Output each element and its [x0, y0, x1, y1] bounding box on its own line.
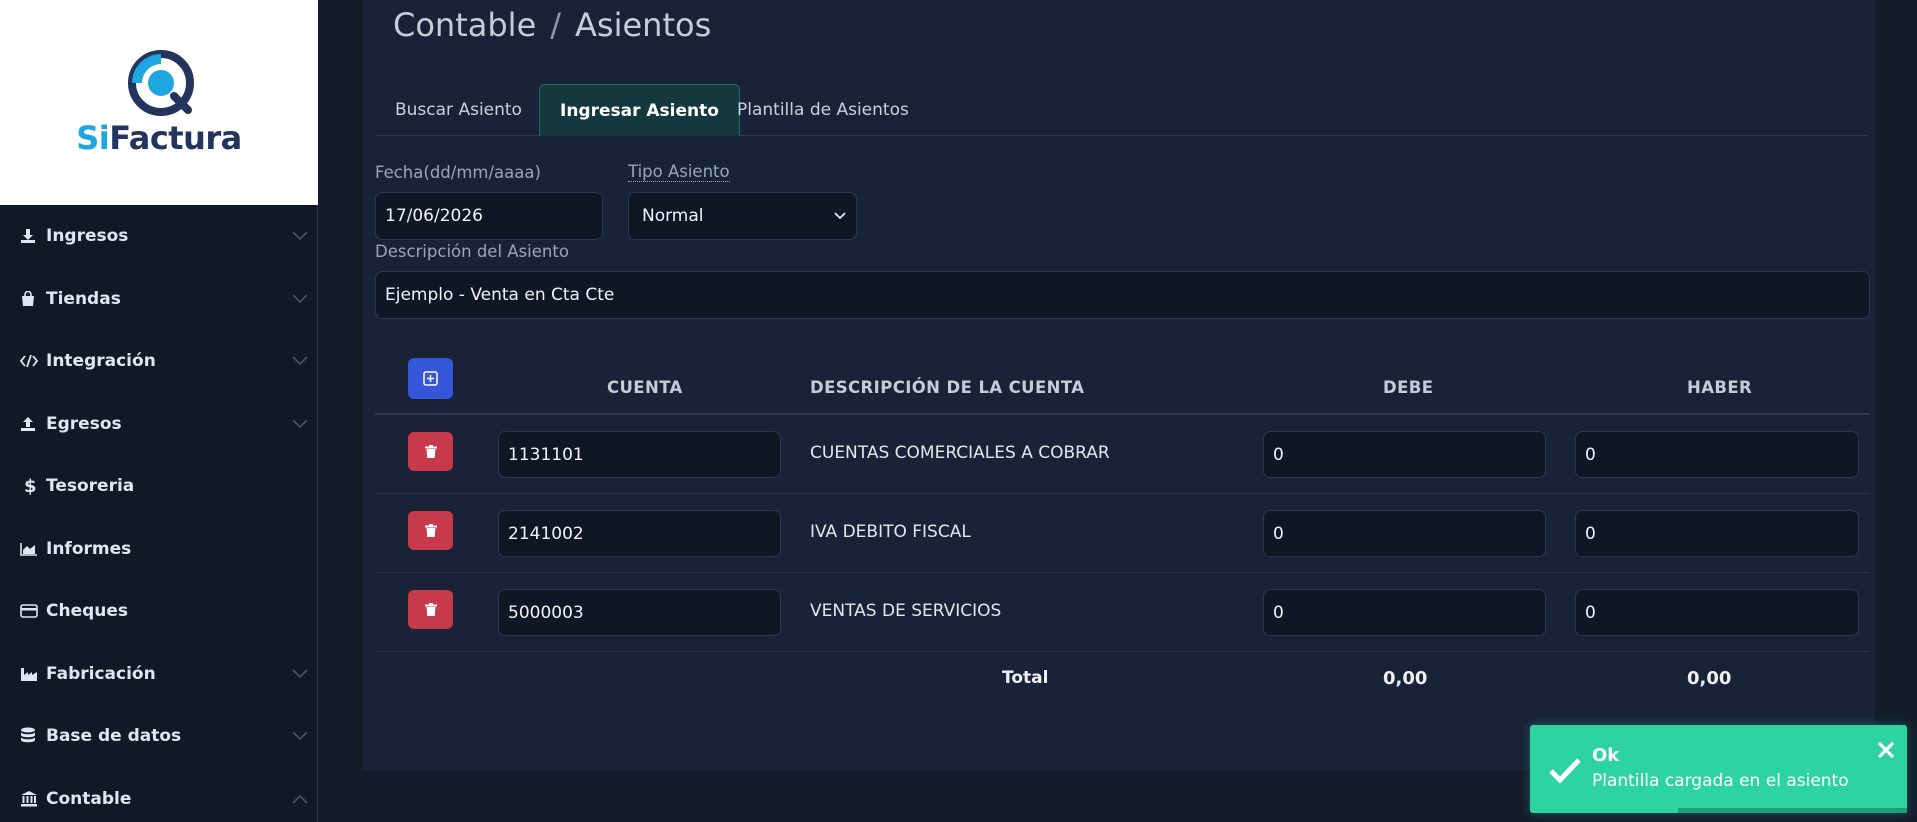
chevron-down-icon: [292, 669, 308, 678]
sidebar-item-ingresos[interactable]: Ingresos: [0, 205, 318, 268]
sidebar-item-label: Ingresos: [46, 226, 129, 247]
sidebar-item-egresos[interactable]: Egresos: [0, 393, 318, 456]
database-icon: [20, 727, 42, 745]
sidebar-item-cheques[interactable]: Cheques: [0, 580, 318, 643]
sidebar-item-informes[interactable]: Informes: [0, 518, 318, 581]
close-icon[interactable]: [1877, 741, 1895, 759]
sidebar-item-base-de-datos[interactable]: Base de datos: [0, 705, 318, 768]
tab-plantilla-de-asientos[interactable]: Plantilla de Asientos: [717, 84, 929, 136]
sidebar-item-label: Contable: [46, 788, 132, 809]
sidebar-item-label: Informes: [46, 538, 132, 559]
col-header-debe: DEBE: [1383, 378, 1434, 397]
toast-progress-bar: [1678, 808, 1907, 813]
main-card: Contable / Asientos Buscar Asiento Ingresa…: [363, 0, 1875, 770]
col-header-cuenta: CUENTA: [607, 378, 683, 397]
sidebar-item-label: Tesoreria: [46, 476, 135, 497]
tipo-asiento-value: Normal: [642, 206, 704, 226]
trash-icon: [424, 603, 437, 616]
table-footer: Total 0,00 0,00: [375, 652, 1870, 706]
bank-icon: [20, 790, 42, 808]
breadcrumb-page: Asientos: [575, 6, 712, 44]
table-header: CUENTA DESCRIPCIÓN DE LA CUENTA DEBE HAB…: [375, 338, 1870, 415]
sidebar-nav: Ingresos Tiendas Integración Egresos $ T…: [0, 205, 318, 822]
sidebar-item-label: Cheques: [46, 601, 129, 622]
code-icon: [20, 352, 42, 370]
chevron-up-icon: [292, 794, 308, 804]
sidebar-item-tesoreria[interactable]: $ Tesoreria: [0, 455, 318, 518]
chevron-down-icon: [292, 231, 308, 241]
debe-input[interactable]: 0: [1263, 431, 1546, 478]
brand-logo[interactable]: SiFactura: [0, 0, 318, 205]
tab-buscar-asiento[interactable]: Buscar Asiento: [375, 84, 542, 136]
tipo-asiento-label: Tipo Asiento: [628, 162, 730, 182]
tipo-asiento-select[interactable]: Normal: [628, 192, 857, 240]
add-row-button[interactable]: [408, 358, 453, 399]
chevron-down-icon: [834, 212, 846, 220]
sidebar-item-fabricacion[interactable]: Fabricación: [0, 643, 318, 706]
delete-row-button[interactable]: [408, 590, 453, 629]
sidebar-item-label: Tiendas: [46, 288, 121, 309]
logo-icon: [128, 50, 194, 116]
asiento-table: CUENTA DESCRIPCIÓN DE LA CUENTA DEBE HAB…: [375, 338, 1870, 706]
debe-input[interactable]: 0: [1263, 510, 1546, 557]
chevron-down-icon: [292, 731, 308, 741]
toast-message: Plantilla cargada en el asiento: [1592, 771, 1849, 791]
plus-square-icon: [423, 371, 438, 386]
brand-name: SiFactura: [76, 119, 242, 157]
toast-title: Ok: [1592, 745, 1620, 766]
chevron-down-icon: [292, 294, 308, 303]
fecha-label: Fecha(dd/mm/aaaa): [375, 163, 541, 182]
chevron-down-icon: [292, 419, 308, 428]
fecha-input[interactable]: 17/06/2026: [375, 192, 603, 240]
cuenta-descripcion: VENTAS DE SERVICIOS: [810, 601, 1002, 621]
haber-input[interactable]: 0: [1575, 431, 1859, 478]
cuenta-input[interactable]: 2141002: [498, 510, 781, 557]
sidebar-item-contable[interactable]: Contable: [0, 768, 318, 822]
success-toast: Ok Plantilla cargada en el asiento: [1530, 725, 1907, 813]
debe-input[interactable]: 0: [1263, 589, 1546, 636]
total-label: Total: [1002, 668, 1049, 688]
descripcion-input[interactable]: Ejemplo - Venta en Cta Cte: [375, 271, 1870, 319]
download-icon: [20, 227, 42, 245]
trash-icon: [424, 445, 437, 458]
check-icon: [1549, 758, 1581, 784]
cuenta-descripcion: CUENTAS COMERCIALES A COBRAR: [810, 443, 1110, 463]
breadcrumb: Contable / Asientos: [393, 6, 711, 44]
sidebar: SiFactura Ingresos Tiendas Integración E…: [0, 0, 318, 822]
sidebar-item-label: Base de datos: [46, 726, 182, 747]
haber-input[interactable]: 0: [1575, 510, 1859, 557]
sidebar-item-label: Integración: [46, 351, 156, 372]
shopping-bag-icon: [20, 290, 42, 308]
col-header-descripcion: DESCRIPCIÓN DE LA CUENTA: [810, 378, 1085, 397]
col-header-haber: HABER: [1687, 378, 1753, 397]
tab-ingresar-asiento[interactable]: Ingresar Asiento: [539, 84, 740, 136]
tab-bar: Buscar Asiento Ingresar Asiento Plantill…: [375, 84, 1869, 136]
chevron-down-icon: [292, 356, 308, 366]
sidebar-item-label: Egresos: [46, 413, 122, 434]
sidebar-item-tiendas[interactable]: Tiendas: [0, 268, 318, 331]
breadcrumb-section[interactable]: Contable: [393, 6, 536, 44]
upload-icon: [20, 415, 42, 433]
trash-icon: [424, 524, 437, 537]
breadcrumb-separator: /: [550, 6, 562, 44]
credit-card-icon: [20, 602, 42, 620]
dollar-icon: $: [24, 475, 37, 497]
haber-total: 0,00: [1687, 668, 1732, 689]
sidebar-item-integracion[interactable]: Integración: [0, 330, 318, 393]
cuenta-input[interactable]: 1131101: [498, 431, 781, 478]
area-chart-icon: [20, 540, 42, 558]
cuenta-descripcion: IVA DEBITO FISCAL: [810, 522, 971, 542]
haber-input[interactable]: 0: [1575, 589, 1859, 636]
delete-row-button[interactable]: [408, 511, 453, 550]
cuenta-input[interactable]: 5000003: [498, 589, 781, 636]
delete-row-button[interactable]: [408, 432, 453, 471]
table-row: 2141002 IVA DEBITO FISCAL 0 0: [375, 494, 1870, 573]
debe-total: 0,00: [1383, 668, 1428, 689]
sidebar-item-label: Fabricación: [46, 663, 156, 684]
industry-icon: [20, 665, 42, 683]
descripcion-label: Descripción del Asiento: [375, 242, 569, 261]
table-row: 1131101 CUENTAS COMERCIALES A COBRAR 0 0: [375, 415, 1870, 494]
table-row: 5000003 VENTAS DE SERVICIOS 0 0: [375, 573, 1870, 652]
